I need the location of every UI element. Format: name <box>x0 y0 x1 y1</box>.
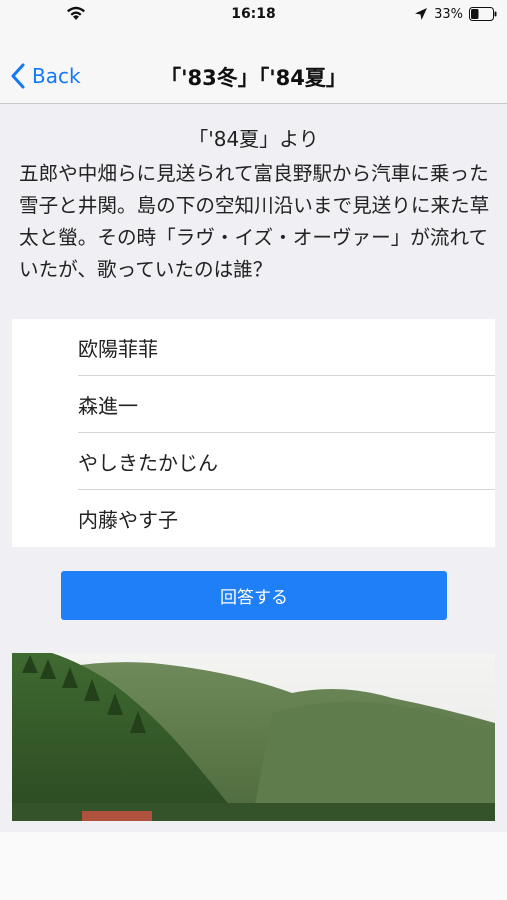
battery-percent: 33% <box>434 6 463 22</box>
battery-icon <box>469 7 497 21</box>
status-right-group: 33% <box>414 5 497 23</box>
bottom-area <box>0 832 507 900</box>
mountain-landscape-image <box>12 653 495 821</box>
answer-option-3[interactable]: やしきたかじん <box>12 433 495 490</box>
answer-label: 森進一 <box>78 394 138 418</box>
question-text: 五郎や中畑らに見送られて富良野駅から汽車に乗った雪子と井関。島の下の空知川沿いま… <box>19 162 490 281</box>
answer-label: やしきたかじん <box>78 451 218 475</box>
scene-photo <box>12 653 495 821</box>
answer-label: 欧陽菲菲 <box>78 337 158 361</box>
answer-option-2[interactable]: 森進一 <box>12 376 495 433</box>
page-title: 「'83冬」「'84夏」 <box>160 66 347 90</box>
answer-list: 欧陽菲菲 森進一 やしきたかじん 内藤やす子 <box>12 319 495 547</box>
question-source: 「'84夏」より <box>188 127 319 151</box>
answer-option-4[interactable]: 内藤やす子 <box>12 490 495 547</box>
status-bar: 16:18 33% <box>0 0 507 30</box>
navigation-bar: Back 「'83冬」「'84夏」 <box>0 30 507 104</box>
answer-label: 内藤やす子 <box>78 508 178 532</box>
answer-option-1[interactable]: 欧陽菲菲 <box>12 319 495 376</box>
location-arrow-icon <box>415 8 428 20</box>
submit-answer-button[interactable]: 回答する <box>61 571 447 620</box>
